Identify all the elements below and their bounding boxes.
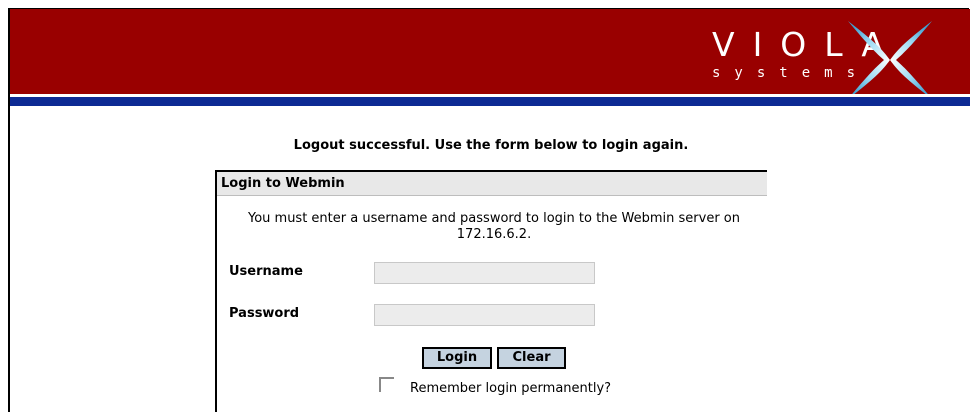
- header-banner: VIOLA systems: [10, 9, 970, 94]
- viola-x-logo-icon: [848, 21, 932, 94]
- clear-button[interactable]: Clear: [497, 347, 566, 369]
- username-input[interactable]: [374, 262, 595, 284]
- username-label: Username: [229, 264, 303, 279]
- login-intro-text: You must enter a username and password t…: [247, 211, 741, 242]
- logout-message: Logout successful. Use the form below to…: [293, 138, 689, 153]
- viola-logo: VIOLA systems: [700, 21, 950, 94]
- password-input[interactable]: [374, 304, 595, 326]
- password-label: Password: [229, 306, 300, 321]
- remember-login-label: Remember login permanently?: [410, 381, 612, 396]
- login-panel: Login to Webmin You must enter a usernam…: [215, 170, 767, 412]
- header-stripe: [10, 97, 970, 106]
- login-button[interactable]: Login: [422, 347, 492, 369]
- login-panel-title: Login to Webmin: [221, 176, 345, 191]
- remember-login-checkbox[interactable]: [379, 377, 394, 392]
- login-panel-header: Login to Webmin: [217, 172, 767, 196]
